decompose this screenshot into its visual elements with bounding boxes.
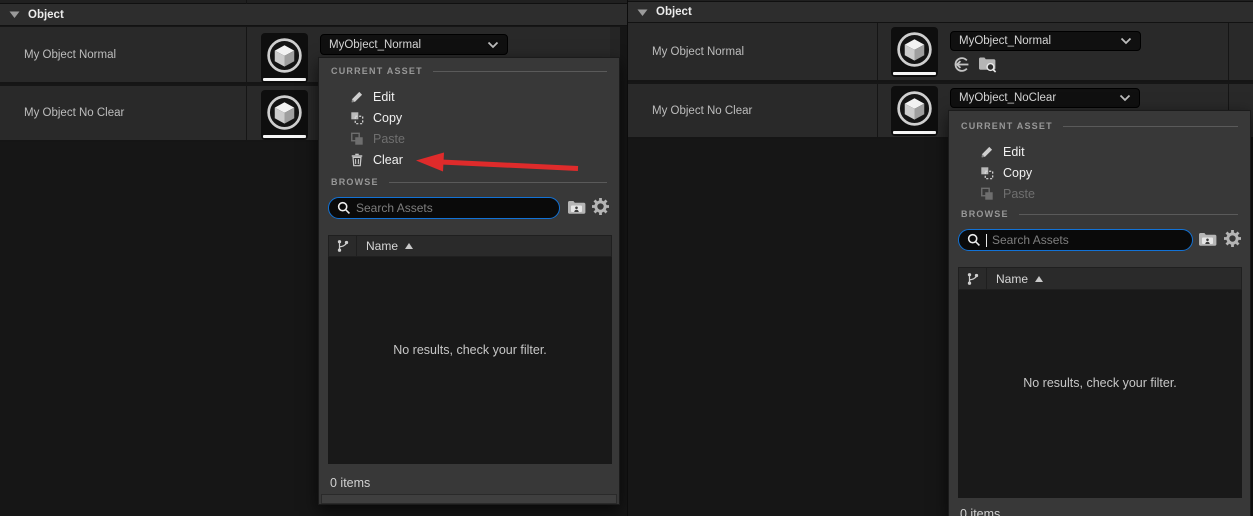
search-assets-field[interactable] [958,229,1193,251]
search-assets-field[interactable] [328,197,560,219]
combo-value: MyObject_NoClear [959,92,1119,104]
details-panel-right: Object My Object Normal My Object No Cle… [628,0,1253,516]
asset-thumbnail[interactable] [261,90,308,140]
asset-picker-popup: CURRENT ASSET Edit Copy Paste [948,110,1251,516]
asset-thumbnail[interactable] [891,27,938,77]
chevron-down-icon [1119,94,1131,102]
cube-icon [264,35,305,76]
section-browse: BROWSE [961,209,1238,219]
asset-combo-normal[interactable]: MyObject_Normal [950,31,1141,51]
details-panel-left: Object My Object Normal My Object No Cle… [0,0,627,516]
property-label: My Object No Clear [24,107,124,119]
asset-picker-popup: CURRENT ASSET Edit Copy Paste [318,57,620,505]
section-browse: BROWSE [331,177,607,187]
cube-icon [894,29,935,70]
revision-column-icon [329,236,357,256]
trash-icon [349,152,364,167]
cube-icon [264,92,305,133]
category-header-object[interactable]: Object [0,4,627,26]
circle-left-arrow-icon [953,56,970,73]
resize-grip[interactable] [321,494,617,504]
paste-icon [979,186,994,201]
gear-icon [1224,230,1241,247]
asset-color-strip [893,131,936,134]
search-input[interactable] [992,233,1184,247]
asset-results-list: No results, check your filter. [328,257,612,464]
use-selected-asset-button[interactable] [952,55,970,73]
search-icon [967,233,981,247]
name-column-header[interactable]: Name [357,236,611,256]
browse-to-asset-button[interactable] [977,54,997,73]
folder-magnifier-icon [978,55,997,73]
view-options-gear-button[interactable] [591,197,609,215]
path-picker-button[interactable] [1197,230,1217,248]
menu-item-paste: Paste [319,128,619,149]
menu-item-clear[interactable]: Clear [319,149,619,170]
asset-color-strip [263,78,306,81]
sort-ascending-icon [1035,276,1043,282]
collapse-triangle-icon [9,10,20,19]
asset-table-header: Name [328,235,612,257]
menu-item-paste: Paste [949,183,1250,204]
property-label: My Object Normal [24,49,116,61]
category-title: Object [656,6,692,18]
details-panel-comparison: Object My Object Normal My Object No Cle… [0,0,1253,516]
asset-table-header: Name [958,267,1242,290]
combo-value: MyObject_Normal [959,35,1120,47]
category-header-object[interactable]: Object [628,2,1253,23]
asset-combo-normal[interactable]: MyObject_Normal [320,34,508,55]
chevron-down-icon [1120,37,1132,45]
text-caret [986,234,987,247]
gear-icon [592,198,609,215]
empty-results-text: No results, check your filter. [1023,376,1177,390]
copy-icon [979,165,994,180]
asset-combo-noclear[interactable]: MyObject_NoClear [950,88,1140,108]
name-column-header[interactable]: Name [987,268,1241,289]
cube-icon [894,88,935,129]
items-count: 0 items [960,507,1000,516]
asset-thumbnail[interactable] [891,86,938,136]
menu-item-edit[interactable]: Edit [319,86,619,107]
asset-results-list: No results, check your filter. [958,290,1242,498]
property-label: My Object No Clear [652,105,752,117]
chevron-down-icon [487,41,499,49]
search-icon [337,201,351,215]
search-input[interactable] [356,201,551,215]
property-row-normal: My Object Normal [628,23,1253,82]
asset-thumbnail[interactable] [261,33,308,83]
combo-value: MyObject_Normal [329,39,487,51]
section-current-asset: CURRENT ASSET [331,66,607,76]
property-label: My Object Normal [652,46,744,58]
section-current-asset: CURRENT ASSET [961,121,1238,131]
pencil-icon [979,144,994,159]
items-count: 0 items [330,476,370,490]
menu-item-copy[interactable]: Copy [319,107,619,128]
path-picker-button[interactable] [566,198,586,216]
folder-icon [567,199,586,215]
paste-icon [349,131,364,146]
folder-icon [1198,231,1217,247]
collapse-triangle-icon [637,8,648,17]
revision-column-icon [959,268,987,289]
copy-icon [349,110,364,125]
menu-item-copy[interactable]: Copy [949,162,1250,183]
empty-results-text: No results, check your filter. [393,343,547,357]
category-title: Object [28,9,64,21]
pencil-icon [349,89,364,104]
view-options-gear-button[interactable] [1223,229,1241,247]
asset-color-strip [263,135,306,138]
menu-item-edit[interactable]: Edit [949,141,1250,162]
sort-ascending-icon [405,243,413,249]
asset-color-strip [893,72,936,75]
